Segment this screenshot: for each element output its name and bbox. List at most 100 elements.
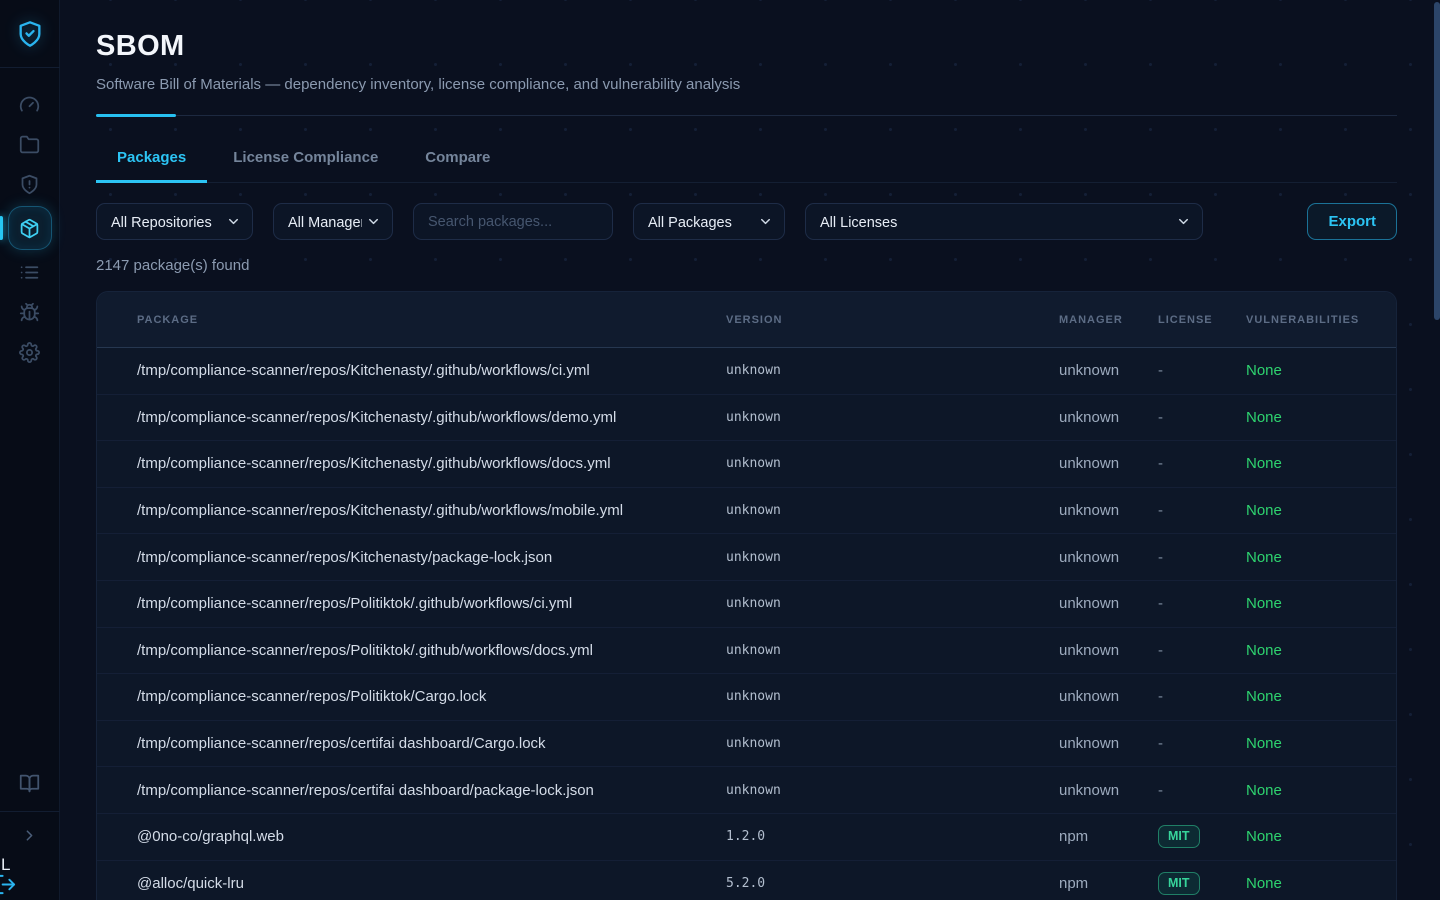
sidebar-divider [0, 67, 60, 68]
package-manager: npm [1059, 828, 1158, 845]
vulnerabilities-status: None [1246, 595, 1396, 612]
app-logo[interactable] [16, 20, 44, 48]
vulnerabilities-status: None [1246, 455, 1396, 472]
sidebar-item-vulnerabilities[interactable] [8, 292, 52, 332]
package-name: /tmp/compliance-scanner/repos/Politiktok… [137, 642, 726, 659]
shield-alert-icon [19, 174, 40, 195]
tab-license-compliance[interactable]: License Compliance [212, 136, 399, 183]
package-license: - [1158, 502, 1246, 519]
package-license: - [1158, 409, 1246, 426]
vulnerabilities-status: None [1246, 875, 1396, 892]
package-name: @0no-co/graphql.web [137, 828, 726, 845]
package-version: unknown [726, 689, 1059, 704]
gear-icon [19, 342, 40, 363]
package-version: 5.2.0 [726, 876, 1059, 891]
book-open-icon [19, 773, 40, 794]
package-version: unknown [726, 503, 1059, 518]
vulnerabilities-status: None [1246, 362, 1396, 379]
results-count: 2147 package(s) found [96, 257, 1397, 274]
table-row[interactable]: @0no-co/graphql.web 1.2.0 npm MIT None [97, 814, 1396, 861]
packages-select[interactable]: All Packages [634, 204, 784, 241]
vulnerabilities-status: None [1246, 735, 1396, 752]
packages-select-wrap: All Packages [633, 203, 785, 240]
package-name: @alloc/quick-lru [137, 875, 726, 892]
sidebar-item-dashboard[interactable] [8, 84, 52, 124]
tab-compare[interactable]: Compare [404, 136, 511, 183]
packages-table: PACKAGE VERSION MANAGER LICENSE VULNERAB… [96, 291, 1397, 900]
column-header-manager: MANAGER [1059, 314, 1158, 326]
package-manager: unknown [1059, 782, 1158, 799]
package-version: unknown [726, 410, 1059, 425]
package-name: /tmp/compliance-scanner/repos/Kitchenast… [137, 362, 726, 379]
package-license: - [1158, 782, 1246, 799]
package-version: unknown [726, 643, 1059, 658]
license-badge: MIT [1158, 872, 1200, 895]
package-name: /tmp/compliance-scanner/repos/Politiktok… [137, 595, 726, 612]
sidebar-item-packages[interactable] [8, 206, 52, 250]
package-name: /tmp/compliance-scanner/repos/Kitchenast… [137, 455, 726, 472]
overflow-label: L [1, 855, 10, 875]
package-name: /tmp/compliance-scanner/repos/Kitchenast… [137, 502, 726, 519]
sidebar-item-security[interactable] [8, 164, 52, 204]
log-out-icon[interactable] [0, 873, 17, 896]
package-version: 1.2.0 [726, 829, 1059, 844]
package-license: - [1158, 549, 1246, 566]
vulnerabilities-status: None [1246, 688, 1396, 705]
package-manager: npm [1059, 875, 1158, 892]
vulnerabilities-status: None [1246, 642, 1396, 659]
table-row[interactable]: /tmp/compliance-scanner/repos/Kitchenast… [97, 534, 1396, 581]
package-version: unknown [726, 736, 1059, 751]
table-row[interactable]: /tmp/compliance-scanner/repos/Kitchenast… [97, 488, 1396, 535]
package-name: /tmp/compliance-scanner/repos/Kitchenast… [137, 549, 726, 566]
list-icon [19, 262, 40, 283]
package-license: - [1158, 642, 1246, 659]
vertical-scrollbar[interactable] [1434, 2, 1440, 320]
page-title: SBOM [96, 30, 1397, 63]
bug-icon [19, 302, 40, 323]
table-row[interactable]: /tmp/compliance-scanner/repos/Politiktok… [97, 581, 1396, 628]
vulnerabilities-status: None [1246, 782, 1396, 799]
package-version: unknown [726, 783, 1059, 798]
sidebar-item-repositories[interactable] [8, 124, 52, 164]
licenses-select[interactable]: All Licenses [806, 204, 1202, 241]
filter-bar: All Repositories All Managers All Packag… [96, 203, 1397, 240]
table-row[interactable]: /tmp/compliance-scanner/repos/Politiktok… [97, 674, 1396, 721]
managers-select-wrap: All Managers [273, 203, 393, 240]
sidebar-item-settings[interactable] [8, 332, 52, 372]
repositories-select[interactable]: All Repositories [97, 204, 252, 241]
package-manager: unknown [1059, 735, 1158, 752]
table-row[interactable]: /tmp/compliance-scanner/repos/Kitchenast… [97, 395, 1396, 442]
table-body: /tmp/compliance-scanner/repos/Kitchenast… [97, 348, 1396, 900]
vulnerabilities-status: None [1246, 828, 1396, 845]
package-license: - [1158, 595, 1246, 612]
table-row[interactable]: /tmp/compliance-scanner/repos/Kitchenast… [97, 348, 1396, 395]
vulnerabilities-status: None [1246, 549, 1396, 566]
license-badge: MIT [1158, 825, 1200, 848]
header-rule [96, 114, 1397, 117]
package-manager: unknown [1059, 409, 1158, 426]
sidebar-nav [8, 84, 52, 372]
package-license: MIT [1158, 872, 1246, 895]
tab-packages[interactable]: Packages [96, 136, 207, 183]
package-version: unknown [726, 550, 1059, 565]
package-license: - [1158, 455, 1246, 472]
sidebar [0, 0, 60, 900]
table-row[interactable]: /tmp/compliance-scanner/repos/Kitchenast… [97, 441, 1396, 488]
sidebar-collapse-button[interactable] [8, 818, 52, 852]
table-row[interactable]: /tmp/compliance-scanner/repos/certifai d… [97, 767, 1396, 814]
column-header-license: LICENSE [1158, 314, 1246, 326]
sidebar-item-docs[interactable] [8, 763, 52, 803]
package-name: /tmp/compliance-scanner/repos/certifai d… [137, 782, 726, 799]
package-license: MIT [1158, 825, 1246, 848]
table-row[interactable]: /tmp/compliance-scanner/repos/Politiktok… [97, 628, 1396, 675]
chevron-right-icon [21, 827, 38, 844]
package-manager: unknown [1059, 455, 1158, 472]
table-row[interactable]: @alloc/quick-lru 5.2.0 npm MIT None [97, 861, 1396, 900]
sidebar-item-inventory[interactable] [8, 252, 52, 292]
search-input[interactable] [413, 203, 613, 240]
export-button[interactable]: Export [1307, 203, 1397, 240]
sidebar-bottom-divider [0, 811, 60, 812]
package-manager: unknown [1059, 688, 1158, 705]
managers-select[interactable]: All Managers [274, 204, 392, 241]
table-row[interactable]: /tmp/compliance-scanner/repos/certifai d… [97, 721, 1396, 768]
